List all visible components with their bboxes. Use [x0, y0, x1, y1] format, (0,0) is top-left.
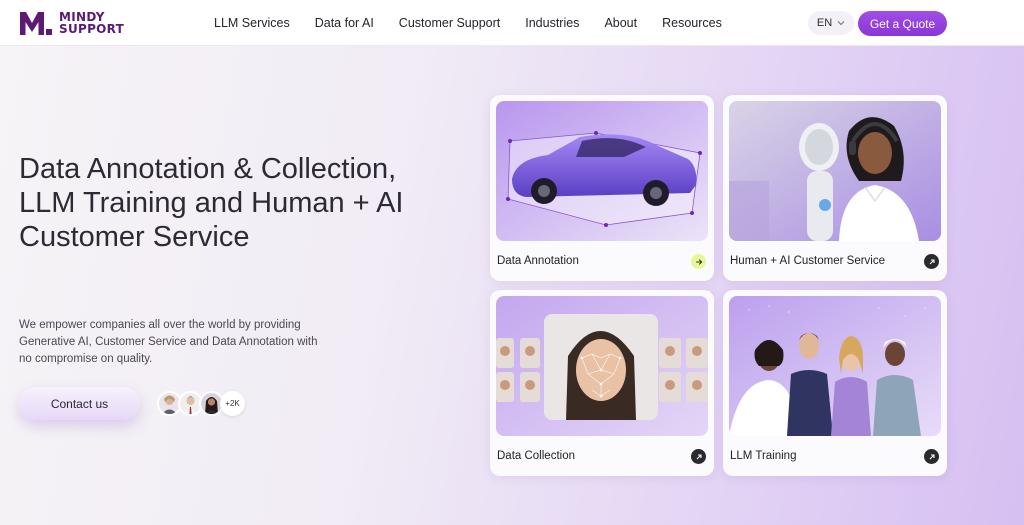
site-header: MINDY SUPPORT LLM Services Data for AI C…: [0, 0, 1024, 46]
card-label: Human + AI Customer Service: [730, 255, 885, 267]
card-human-ai-customer-service[interactable]: Human + AI Customer Service: [723, 95, 947, 281]
chevron-down-icon: [837, 21, 845, 26]
face-collection-image: [496, 296, 708, 436]
card-label: LLM Training: [730, 450, 797, 462]
nav-llm-services[interactable]: LLM Services: [214, 16, 290, 30]
avatar-count-badge: +2K: [220, 391, 245, 416]
nav-about[interactable]: About: [604, 16, 637, 30]
professionals-image: [729, 296, 941, 436]
nav-data-for-ai[interactable]: Data for AI: [315, 16, 374, 30]
card-label: Data Annotation: [497, 255, 579, 267]
card-llm-training[interactable]: LLM Training: [723, 290, 947, 476]
language-selector[interactable]: EN: [808, 11, 854, 35]
nav-resources[interactable]: Resources: [662, 16, 722, 30]
contact-us-button[interactable]: Contact us: [19, 387, 140, 420]
arrow-up-right-icon[interactable]: [691, 449, 706, 464]
hero-title: Data Annotation & Collection, LLM Traini…: [19, 153, 404, 253]
m-logo-icon: [20, 12, 52, 35]
card-data-annotation[interactable]: Data Annotation: [490, 95, 714, 281]
main-nav: LLM Services Data for AI Customer Suppor…: [214, 0, 747, 46]
get-a-quote-button[interactable]: Get a Quote: [858, 11, 947, 36]
nav-industries[interactable]: Industries: [525, 16, 579, 30]
hero-description: We empower companies all over the world …: [19, 319, 318, 365]
card-label: Data Collection: [497, 450, 575, 462]
brand-logo[interactable]: MINDY SUPPORT: [19, 10, 124, 36]
language-code: EN: [816, 17, 833, 29]
car-annotation-image: [496, 101, 708, 241]
agent-robot-image: [729, 101, 941, 241]
brand-name-line2: SUPPORT: [59, 22, 125, 36]
card-data-collection[interactable]: Data Collection: [490, 290, 714, 476]
nav-customer-support[interactable]: Customer Support: [399, 16, 500, 30]
arrow-up-right-icon[interactable]: [924, 254, 939, 269]
arrow-right-icon[interactable]: [691, 254, 706, 269]
arrow-up-right-icon[interactable]: [924, 449, 939, 464]
customer-avatars: +2K: [157, 391, 245, 416]
